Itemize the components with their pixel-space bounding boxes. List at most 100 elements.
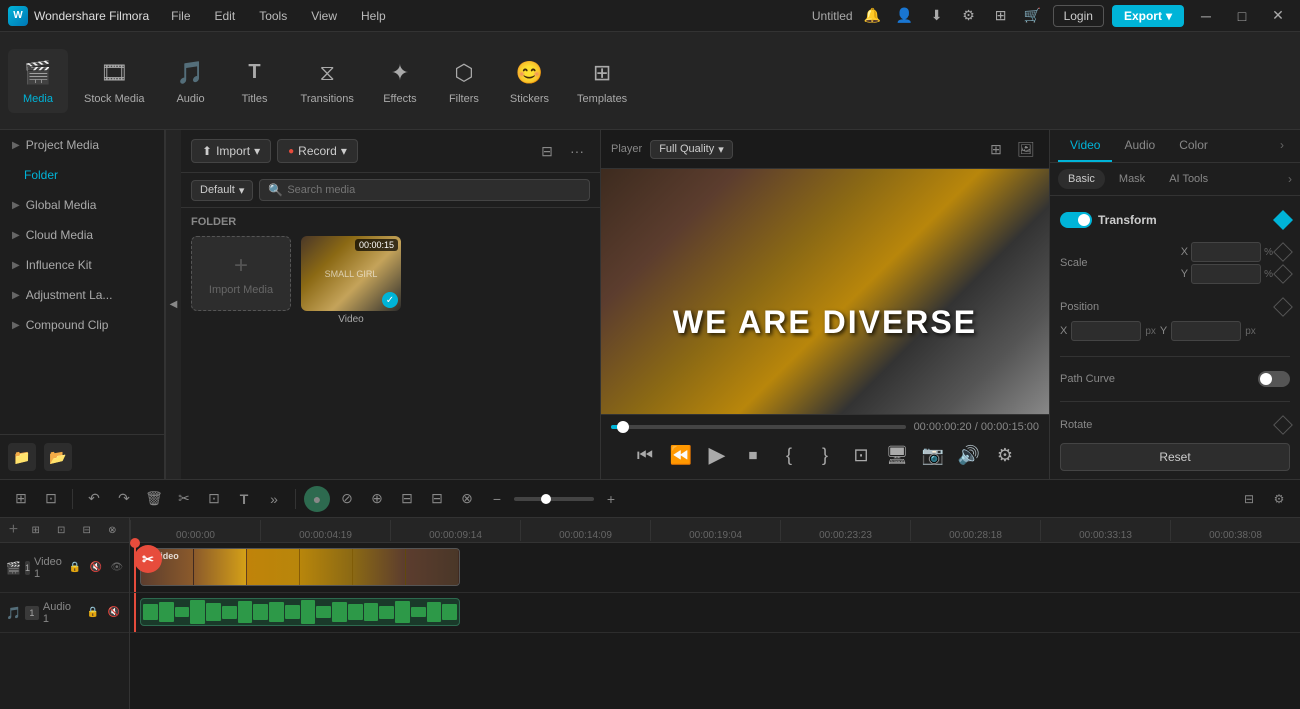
tool-effects[interactable]: ✦ Effects xyxy=(370,49,430,113)
search-box[interactable]: 🔍 xyxy=(259,179,590,201)
stop-button[interactable]: ⏹ xyxy=(739,441,767,469)
scale-x-input[interactable]: 100.00 xyxy=(1191,242,1261,262)
track-header-btn2[interactable]: ⊡ xyxy=(50,518,72,543)
track-header-btn1[interactable]: ⊞ xyxy=(25,518,47,543)
crop-button[interactable]: ⊡ xyxy=(201,486,227,512)
login-button[interactable]: Login xyxy=(1053,5,1104,27)
panel-folder[interactable]: Folder xyxy=(0,160,164,190)
ripple-button[interactable]: ⊕ xyxy=(364,486,390,512)
sub-tab-expand[interactable]: › xyxy=(1288,172,1292,186)
undo-button[interactable]: ↶ xyxy=(81,486,107,512)
path-curve-toggle[interactable] xyxy=(1258,371,1290,387)
scale-y-input[interactable]: 100.00 xyxy=(1191,264,1261,284)
tool-media[interactable]: 🎬 Media xyxy=(8,49,68,113)
layout-button[interactable]: ⊟ xyxy=(1236,486,1262,512)
settings-timeline-button[interactable]: ⚙ xyxy=(1266,486,1292,512)
quality-select[interactable]: Full Quality ▾ xyxy=(650,140,733,159)
reset-button[interactable]: Reset xyxy=(1060,443,1290,471)
minimize-button[interactable]: ─ xyxy=(1192,6,1220,26)
grid-view-button[interactable]: ⊞ xyxy=(983,136,1009,162)
subtab-mask[interactable]: Mask xyxy=(1109,169,1155,189)
camera-button[interactable]: 📷 xyxy=(919,441,947,469)
export-frame-button[interactable]: 🖥 xyxy=(883,441,911,469)
split-at-cursor-button[interactable]: ⊘ xyxy=(334,486,360,512)
audio-button[interactable]: 🔊 xyxy=(955,441,983,469)
pos-x-input[interactable]: 0.00 xyxy=(1071,321,1141,341)
tool-stickers[interactable]: 😊 Stickers xyxy=(498,49,561,113)
notification-icon[interactable]: 🔔 xyxy=(861,4,885,28)
mark-out-button[interactable]: } xyxy=(811,441,839,469)
video-mute-button[interactable]: 🔇 xyxy=(87,559,105,577)
zoom-track[interactable] xyxy=(514,497,594,501)
apps-icon[interactable]: ⊞ xyxy=(989,4,1013,28)
scrubber-track[interactable] xyxy=(611,425,906,429)
audio-clip[interactable] xyxy=(140,598,460,626)
mark-in-button[interactable]: { xyxy=(775,441,803,469)
delete-button[interactable]: 🗑 xyxy=(141,486,167,512)
tool-stock-media[interactable]: 🎞 Stock Media xyxy=(72,49,157,113)
motion-button[interactable]: ⊟ xyxy=(394,486,420,512)
video-lock-button[interactable]: 🔒 xyxy=(66,559,84,577)
audio-lock-button[interactable]: 🔒 xyxy=(84,604,102,622)
maximize-button[interactable]: □ xyxy=(1228,6,1256,26)
step-back-button[interactable]: ⏪ xyxy=(667,441,695,469)
close-button[interactable]: ✕ xyxy=(1264,6,1292,26)
scale-x-keyframe[interactable] xyxy=(1273,242,1293,262)
remove-button[interactable]: ⊗ xyxy=(454,486,480,512)
track-header-btn3[interactable]: ⊟ xyxy=(76,518,98,543)
timeline-add-button[interactable]: ⊞ xyxy=(8,486,34,512)
menu-edit[interactable]: Edit xyxy=(205,5,246,27)
tool-titles[interactable]: T Titles xyxy=(225,49,285,113)
split-button[interactable]: ⊡ xyxy=(847,441,875,469)
menu-tools[interactable]: Tools xyxy=(249,5,297,27)
account-icon[interactable]: 👤 xyxy=(893,4,917,28)
search-input[interactable] xyxy=(287,184,581,196)
zoom-thumb[interactable] xyxy=(541,494,551,504)
tab-audio[interactable]: Audio xyxy=(1112,130,1167,162)
menu-view[interactable]: View xyxy=(301,5,347,27)
menu-file[interactable]: File xyxy=(161,5,200,27)
split2-button[interactable]: ⊟ xyxy=(424,486,450,512)
menu-help[interactable]: Help xyxy=(351,5,396,27)
new-folder-button[interactable]: 📁 xyxy=(8,443,36,471)
video-item[interactable]: SMALL GIRL 00:00:15 ✓ Video xyxy=(301,236,401,325)
text-button[interactable]: T xyxy=(231,486,257,512)
video-thumbnail[interactable]: SMALL GIRL 00:00:15 ✓ xyxy=(301,236,401,311)
download-icon[interactable]: ⬇ xyxy=(925,4,949,28)
panel-collapse-button[interactable]: ◀ xyxy=(165,130,181,479)
zoom-minus-button[interactable]: − xyxy=(484,486,510,512)
cut-button[interactable]: ✂ xyxy=(171,486,197,512)
play-button[interactable]: ▶ xyxy=(703,441,731,469)
tool-audio[interactable]: 🎵 Audio xyxy=(161,49,221,113)
audio-mute-button[interactable]: 🔇 xyxy=(105,604,123,622)
filter-button[interactable]: ⊟ xyxy=(534,138,560,164)
more-tools-button[interactable]: » xyxy=(261,486,287,512)
panel-project-media[interactable]: ▶ Project Media xyxy=(0,130,164,160)
sort-select[interactable]: Default ▾ xyxy=(191,180,253,201)
more-button[interactable]: ··· xyxy=(564,138,590,164)
video-eye-button[interactable]: 👁 xyxy=(108,559,126,577)
position-keyframe[interactable] xyxy=(1273,297,1293,317)
settings-icon[interactable]: ⚙ xyxy=(957,4,981,28)
import-media-button[interactable]: + Import Media xyxy=(191,236,291,311)
record-button[interactable]: ● Record ▾ xyxy=(277,139,358,163)
redo-button[interactable]: ↷ xyxy=(111,486,137,512)
panel-global-media[interactable]: ▶ Global Media xyxy=(0,190,164,220)
tab-video[interactable]: Video xyxy=(1058,130,1112,162)
tool-templates[interactable]: ⊞ Templates xyxy=(565,49,639,113)
pos-y-input[interactable]: 0.00 xyxy=(1171,321,1241,341)
settings-ctrl-button[interactable]: ⚙ xyxy=(991,441,1019,469)
magnet-button[interactable]: ● xyxy=(304,486,330,512)
zoom-plus-button[interactable]: + xyxy=(598,486,624,512)
transform-keyframe-button[interactable] xyxy=(1273,210,1293,230)
subtab-basic[interactable]: Basic xyxy=(1058,169,1105,189)
panel-cloud-media[interactable]: ▶ Cloud Media xyxy=(0,220,164,250)
snapshot-button[interactable]: 🖼 xyxy=(1013,136,1039,162)
track-header-btn4[interactable]: ⊗ xyxy=(102,518,124,543)
import-button[interactable]: ⬆ Import ▾ xyxy=(191,139,271,163)
subtab-ai-tools[interactable]: AI Tools xyxy=(1159,169,1218,189)
add-track-button[interactable]: + xyxy=(6,521,21,539)
import-folder-button[interactable]: 📂 xyxy=(44,443,72,471)
transform-toggle[interactable] xyxy=(1060,212,1092,228)
skip-back-button[interactable]: ⏮ xyxy=(631,441,659,469)
